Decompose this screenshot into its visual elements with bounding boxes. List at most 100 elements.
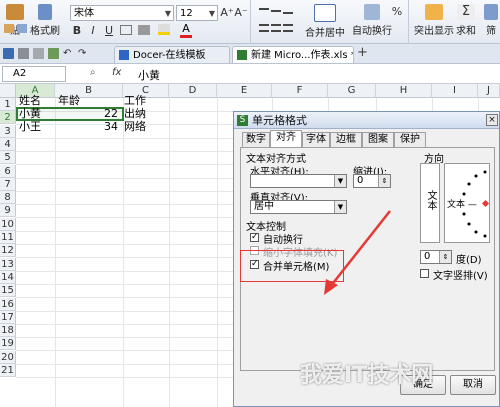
spreadsheet-icon [237, 50, 247, 60]
orientation-dial[interactable]: 文本 — [444, 163, 490, 243]
print-icon[interactable] [18, 48, 29, 59]
highlight-button[interactable]: 突出显示 [414, 4, 454, 37]
document-tab-bar: ↶ ↷ Docer-在线模板 新建 Micro...作表.xls * + [0, 44, 500, 64]
wrap-text-button[interactable]: 自动换行 [352, 4, 392, 37]
row-header-16[interactable]: 16 [0, 298, 16, 311]
row-header-8[interactable]: 8 [0, 191, 16, 204]
tab-border[interactable]: 边框 [330, 132, 362, 147]
text-vertical-label: 文字竖排(V) [433, 271, 488, 282]
divider [408, 0, 409, 44]
row-header-7[interactable]: 7 [0, 178, 16, 191]
row-header-2[interactable]: 2 [0, 111, 16, 124]
column-header-g[interactable]: G [328, 84, 376, 98]
vertical-text-box[interactable]: 文本 [420, 163, 440, 243]
column-header-e[interactable]: E [217, 84, 272, 98]
cell-c1[interactable]: 工作 [124, 94, 146, 108]
row-header-14[interactable]: 14 [0, 271, 16, 284]
gridline [55, 98, 56, 407]
percent-button[interactable]: % [390, 5, 404, 18]
row-header-17[interactable]: 17 [0, 311, 16, 324]
fill-color-icon[interactable] [158, 24, 170, 36]
text-vertical-checkbox[interactable] [420, 269, 429, 278]
horizontal-align-select[interactable]: ▼ [250, 174, 347, 188]
row-header-15[interactable]: 15 [0, 284, 16, 297]
align-left-icons[interactable] [258, 24, 294, 34]
underline-button[interactable]: U [102, 24, 116, 37]
annotation-arrow-icon [324, 210, 391, 295]
export-icon[interactable] [48, 48, 59, 59]
row-header-10[interactable]: 10 [0, 218, 16, 231]
row-header-13[interactable]: 13 [0, 258, 16, 271]
column-header-j[interactable]: J [478, 84, 500, 98]
new-tab-button[interactable]: + [357, 45, 368, 60]
row-header-9[interactable]: 9 [0, 204, 16, 217]
sum-button[interactable]: Σ 求和 [456, 4, 476, 37]
tab-pattern[interactable]: 图案 [362, 132, 394, 147]
spinner-arrows-icon: ⇕ [439, 251, 451, 263]
cell-c3[interactable]: 网络 [124, 120, 146, 134]
fx-button[interactable]: fx [112, 67, 121, 78]
formula-input[interactable]: 小黄 [132, 66, 498, 82]
font-grow-button[interactable]: A⁺ [220, 6, 234, 19]
cancel-button[interactable]: 取消 [450, 375, 496, 395]
tab-workbook[interactable]: 新建 Micro...作表.xls * [232, 46, 354, 63]
row-header-21[interactable]: 21 [0, 364, 16, 377]
column-header-i[interactable]: I [432, 84, 478, 98]
merge-center-button[interactable]: 合并居中 [305, 4, 345, 39]
align-top-icons[interactable] [258, 6, 294, 16]
tab-alignment[interactable]: 对齐 [270, 130, 302, 148]
degree-spinner[interactable]: 0 ⇕ [420, 250, 452, 264]
row-header-6[interactable]: 6 [0, 165, 16, 178]
grid-icon[interactable] [138, 25, 150, 35]
row-header-4[interactable]: 4 [0, 138, 16, 151]
row-header-20[interactable]: 20 [0, 351, 16, 364]
row-header-5[interactable]: 5 [0, 151, 16, 164]
bold-button[interactable]: B [70, 24, 84, 37]
italic-button[interactable]: I [86, 24, 100, 37]
cell-a3[interactable]: 小王 [19, 120, 41, 134]
tab-docer[interactable]: Docer-在线模板 [114, 46, 230, 63]
gridline [217, 98, 218, 407]
copy-icon[interactable] [17, 24, 27, 33]
dialog-titlebar[interactable]: S 单元格格式 × [234, 112, 499, 129]
select-all-corner[interactable] [0, 84, 16, 98]
format-painter-button[interactable]: 格式刷 [30, 4, 60, 37]
font-shrink-button[interactable]: A⁻ [234, 6, 248, 19]
divider [250, 0, 251, 44]
cell-c2[interactable]: 出纳 [124, 107, 146, 121]
preview-icon[interactable] [33, 48, 44, 59]
wrap-text-checkbox[interactable]: ✓ [250, 233, 259, 242]
tab-protection[interactable]: 保护 [394, 132, 426, 147]
row-header-18[interactable]: 18 [0, 324, 16, 337]
font-size-select[interactable]: 12 ▼ [176, 5, 218, 21]
cell-b1[interactable]: 年龄 [58, 94, 80, 108]
row-header-11[interactable]: 11 [0, 231, 16, 244]
brush-icon [38, 4, 52, 20]
clipboard-icon [6, 4, 24, 20]
cell-b2[interactable]: 22 [104, 107, 118, 121]
column-header-f[interactable]: F [272, 84, 328, 98]
column-header-d[interactable]: D [169, 84, 217, 98]
undo-icon[interactable]: ↶ [63, 48, 74, 59]
redo-icon[interactable]: ↷ [78, 48, 89, 59]
column-header-h[interactable]: H [376, 84, 432, 98]
tab-font[interactable]: 字体 [302, 132, 330, 147]
row-header-12[interactable]: 12 [0, 244, 16, 257]
save-icon[interactable] [3, 48, 14, 59]
cell-b3[interactable]: 34 [104, 120, 118, 134]
border-icon[interactable] [120, 25, 132, 35]
filter-button[interactable]: 筛 [484, 4, 498, 37]
close-icon[interactable]: × [486, 114, 498, 126]
row-header-1[interactable]: 1 [0, 98, 16, 111]
cut-icon[interactable] [4, 24, 14, 33]
name-box[interactable]: A2 [2, 66, 66, 82]
cell-a1[interactable]: 姓名 [19, 94, 41, 108]
font-color-button[interactable]: A [180, 22, 192, 38]
row-header-3[interactable]: 3 [0, 125, 16, 138]
cell-a2[interactable]: 小黄 [19, 107, 41, 121]
row-header-19[interactable]: 19 [0, 337, 16, 350]
zoom-icon[interactable]: ⌕ [90, 67, 96, 78]
indent-spinner[interactable]: 0 ⇕ [353, 174, 391, 188]
font-name-select[interactable]: 宋体 ▼ [70, 5, 174, 21]
tab-number[interactable]: 数字 [242, 132, 270, 147]
